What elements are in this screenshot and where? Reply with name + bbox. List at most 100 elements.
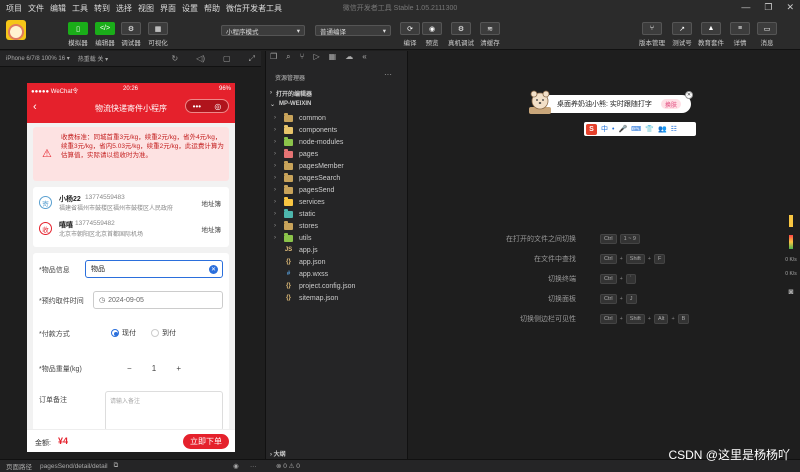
files-icon[interactable]: ❐ [270,52,277,66]
toolbox-icon[interactable]: ☷ [671,125,677,133]
menu-item-project[interactable]: 项目 [6,3,22,14]
ime-chinese-toggle[interactable]: 中 [601,124,608,134]
compile-select[interactable]: 普通编译 ▾ [315,25,391,36]
more-icon[interactable]: ••• [193,102,201,111]
pickup-time-input[interactable]: ◷ 2024-09-05 [93,291,223,309]
pickup-time-label: *预约取件时间 [39,298,84,305]
tree-folder[interactable]: › node-modules [266,136,407,148]
weight-minus-button[interactable]: − [127,364,132,373]
skin-icon[interactable]: 👕 [645,125,654,133]
tree-folder[interactable]: › services [266,196,407,208]
change-skin-button[interactable]: 换肤 [660,99,681,109]
keyboard-icon[interactable]: ⌨ [631,125,641,133]
tree-folder[interactable]: › pagesSearch [266,172,407,184]
debug-icon[interactable]: ▷ [313,52,319,66]
address-card: 寄 小杨22 13774559483 福建省福州市鼓楼区福州市鼓楼区人民政府 地… [33,187,229,247]
tree-folder[interactable]: › pagesMember [266,160,407,172]
pay-arrive-radio[interactable]: 到付 [151,328,176,338]
messages-button[interactable]: ▭ 消息 [751,22,783,47]
close-icon[interactable]: ✕ [786,2,794,13]
minimize-icon[interactable]: — [741,2,750,13]
tree-folder[interactable]: › utils [266,232,407,244]
cloud-icon[interactable]: ☁ [345,52,353,66]
collapse-icon[interactable]: « [362,52,366,66]
open-editors-section[interactable]: › 打开的编辑器 [266,88,407,98]
keycap: Ctrl [600,294,617,304]
menu-item-view[interactable]: 视图 [138,3,154,14]
outline-section[interactable]: › 大纲 [266,449,407,459]
item-input[interactable]: 物品 ✕ [85,260,223,278]
menu-item-settings[interactable]: 设置 [182,3,198,14]
eye-icon[interactable]: ◉ [233,462,239,470]
remote-debug-button[interactable]: ⚙ 真机调试 [445,22,477,47]
search-icon[interactable]: ⌕ [286,52,290,66]
users-icon[interactable]: 👥 [658,125,667,133]
test-account-button[interactable]: ↗ 测试号 [666,22,698,47]
tree-file[interactable]: {} project.config.json [266,280,407,292]
receiver-row[interactable]: 收 嘻嘻 13774559482 北京市朝阳区北京首都国际机场 地址簿 [39,219,223,241]
source-control-icon[interactable]: ⑂ [300,52,305,66]
shortcut-keys: Ctrl + Shift + Alt + B [600,314,690,324]
submit-order-button[interactable]: 立即下单 [183,434,229,449]
weight-value[interactable]: 1 [152,364,156,373]
tree-item-label: app.json [299,258,326,266]
clear-cache-button[interactable]: ≋ 清缓存 [474,22,506,47]
receiver-address-book-link[interactable]: 地址簿 [202,224,222,234]
sogou-icon[interactable]: S [586,123,597,135]
microphone-icon[interactable]: 🎤 [618,125,627,133]
bear-mascot-icon [529,90,551,114]
page-path-value[interactable]: pagesSend/detail/detail [40,463,108,470]
tree-folder[interactable]: › static [266,208,407,220]
clear-icon[interactable]: ✕ [209,264,218,274]
punctuation-icon[interactable]: • [612,126,614,133]
explorer-more-button[interactable]: ··· [384,70,392,79]
edu-button[interactable]: ▲ 教育套件 [695,22,727,47]
avatar[interactable] [6,20,26,40]
camera-icon[interactable]: ◙ [782,287,800,296]
close-circle-icon[interactable]: ◎ [214,102,221,111]
notes-textarea[interactable]: 请输入备注 [105,391,223,431]
menu-item-wechat-devtools[interactable]: 微信开发者工具 [226,3,282,14]
tree-folder[interactable]: › pages [266,148,407,160]
version-button[interactable]: ⑂ 版本管理 [636,22,668,47]
tree-folder[interactable]: › stores [266,220,407,232]
maximize-icon[interactable]: ❐ [764,2,772,13]
simulator-header: iPhone 6/7/8 100% 16 ▾ 热重载 关 ▾ ↻ ◁) ▢ ⤢ [0,51,261,67]
rotate-icon[interactable]: ↻ [172,54,179,64]
menu-item-interface[interactable]: 界面 [160,3,176,14]
menu-item-select[interactable]: 选择 [116,3,132,14]
project-section[interactable]: ⌄ MP-WEIXIN [266,99,407,109]
volume-icon[interactable]: ◁) [196,54,205,64]
sender-row[interactable]: 寄 小杨22 13774559483 福建省福州市鼓楼区福州市鼓楼区人民政府 地… [39,193,223,215]
menu-item-goto[interactable]: 转到 [94,3,110,14]
copy-icon[interactable]: ⧉ [114,462,119,470]
tree-file[interactable]: # app.wxss [266,268,407,280]
weight-plus-button[interactable]: + [176,364,181,373]
tree-item-label: pagesSend [299,186,335,194]
tree-file[interactable]: {} sitemap.json [266,292,407,304]
preview-button[interactable]: ◉ 预览 [416,22,448,47]
menu-item-file[interactable]: 文件 [28,3,44,14]
tree-file[interactable]: JS app.js [266,244,407,256]
tree-folder[interactable]: › common [266,112,407,124]
tree-folder[interactable]: › components [266,124,407,136]
menu-item-edit[interactable]: 编辑 [50,3,66,14]
device-select[interactable]: iPhone 6/7/8 100% 16 ▾ [6,55,70,62]
folder-icon [284,233,293,242]
visual-button[interactable]: ▦ 可视化 [142,22,174,47]
sender-address-book-link[interactable]: 地址簿 [202,198,222,208]
menu-item-tools[interactable]: 工具 [72,3,88,14]
menu-item-help[interactable]: 帮助 [204,3,220,14]
capsule-menu[interactable]: ••• ◎ [185,99,229,113]
more-icon[interactable]: ··· [250,463,257,470]
popout-icon[interactable]: ⤢ [249,54,255,64]
problems-count[interactable]: ⊗ 0 ⚠ 0 [276,462,300,470]
extensions-icon[interactable]: ▦ [329,52,337,66]
tree-folder[interactable]: › pagesSend [266,184,407,196]
pay-now-radio[interactable]: 现付 [111,328,136,338]
close-icon[interactable]: ✕ [685,91,693,99]
mode-select[interactable]: 小程序模式 ▾ [221,25,305,36]
hotreload-select[interactable]: 热重载 关 ▾ [78,54,108,63]
tree-file[interactable]: {} app.json [266,256,407,268]
home-icon[interactable]: ▢ [223,54,231,64]
